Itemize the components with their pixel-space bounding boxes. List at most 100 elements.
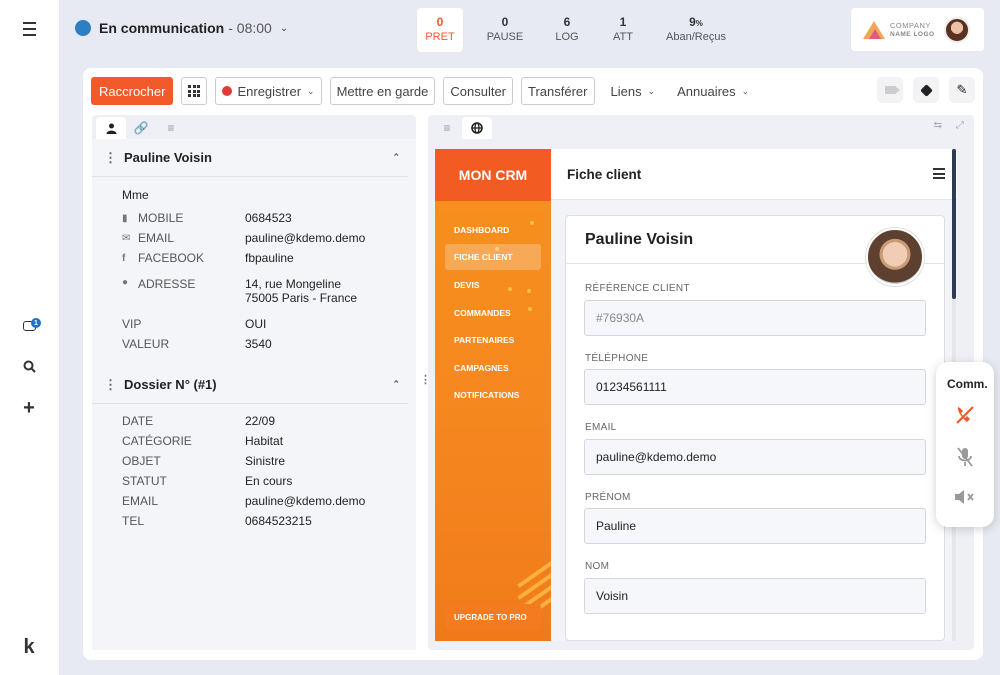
- tag-icon: [919, 83, 933, 97]
- chat-icon[interactable]: 1: [18, 315, 41, 337]
- add-icon[interactable]: +: [18, 397, 40, 419]
- dossier-row-date: DATE 22/09: [122, 414, 275, 428]
- tab-links[interactable]: 🔗: [126, 117, 156, 139]
- transfer-button[interactable]: Transférer: [521, 77, 595, 105]
- field-label: STATUT: [122, 474, 167, 488]
- expand-icon[interactable]: ⤢: [956, 120, 964, 131]
- chevron-down-icon: ⌄: [279, 22, 289, 34]
- status-time: - 08:00: [228, 20, 272, 36]
- dossier-row-status: STATUT En cours: [122, 474, 292, 488]
- dossier-section-header[interactable]: ⋮ Dossier N° (#1) ⌃: [92, 366, 408, 404]
- crm-nav-notifications[interactable]: NOTIFICATIONS: [454, 390, 519, 400]
- counter-pret[interactable]: 0 PRET: [417, 8, 463, 52]
- drag-handle-icon[interactable]: ⋮: [104, 377, 117, 393]
- comm-title: Comm.: [947, 377, 988, 391]
- upgrade-button[interactable]: UPGRADE TO PRO: [445, 604, 541, 630]
- edit-button[interactable]: ✎: [949, 77, 975, 103]
- client-lastname-field[interactable]: Voisin: [584, 578, 926, 614]
- company-box[interactable]: COMPANY NAME LOGO: [851, 8, 984, 51]
- field-label: EMAIL: [122, 494, 159, 508]
- field-value: 22/09: [245, 414, 276, 428]
- directories-menu[interactable]: Annuaires ⌄: [677, 84, 749, 99]
- field-value[interactable]: 0684523215: [245, 514, 312, 528]
- field-value[interactable]: 0684523: [245, 211, 292, 225]
- client-reference-field[interactable]: #76930A: [584, 300, 926, 336]
- counter-label: ATT: [613, 31, 633, 43]
- envelope-icon: ✉: [122, 232, 131, 244]
- links-menu[interactable]: Liens ⌄: [611, 84, 656, 99]
- tab-history[interactable]: ≡: [156, 117, 186, 139]
- swap-icon[interactable]: ⇆: [934, 120, 942, 131]
- hangup-phone-icon[interactable]: [952, 402, 978, 428]
- hamburger-menu-icon[interactable]: [933, 168, 945, 182]
- tag-button[interactable]: [913, 77, 939, 103]
- record-icon: [222, 86, 233, 96]
- field-value[interactable]: fbpauline: [245, 251, 294, 265]
- speaker-mute-icon[interactable]: [952, 484, 978, 510]
- call-toolbar: Raccrocher Enregistrer ⌄ Mettre en garde…: [91, 77, 975, 105]
- chevron-up-icon[interactable]: ⌃: [392, 379, 400, 390]
- search-icon[interactable]: [18, 355, 40, 377]
- contact-row-facebook: f FACEBOOK fbpauline: [122, 251, 294, 265]
- crm-nav-campagnes[interactable]: CAMPAGNES: [454, 363, 509, 373]
- text-lines-icon: ≡: [443, 121, 451, 135]
- contact-section: ⋮ Pauline Voisin ⌃: [92, 139, 416, 177]
- field-label: VALEUR: [122, 337, 170, 351]
- tab-web[interactable]: [462, 117, 492, 139]
- counter-att[interactable]: 1 ATT: [587, 8, 659, 52]
- links-label: Liens: [610, 83, 642, 99]
- dossier-title: Dossier N° (#1): [124, 377, 217, 392]
- counter-pause[interactable]: 0 PAUSE: [463, 8, 547, 52]
- tab-script[interactable]: ≡: [432, 117, 462, 139]
- hold-button[interactable]: Mettre en garde: [329, 77, 436, 105]
- keypad-button[interactable]: [181, 77, 208, 105]
- location-pin-icon: ●: [122, 277, 129, 288]
- field-value[interactable]: pauline@kdemo.demo: [245, 494, 365, 508]
- mute-microphone-icon[interactable]: [952, 444, 978, 470]
- field-label: EMAIL: [585, 422, 617, 433]
- contact-title-row: Mme: [122, 188, 149, 202]
- consult-button[interactable]: Consulter: [443, 77, 514, 105]
- crm-nav-dashboard[interactable]: DASHBOARD: [454, 225, 509, 235]
- status-dot-icon: [75, 20, 91, 36]
- client-phone-field[interactable]: 01234561111: [584, 369, 926, 405]
- counter-label: LOG: [555, 31, 579, 43]
- client-email-field[interactable]: pauline@kdemo.demo: [584, 439, 926, 475]
- contact-card: ⋮ Pauline Voisin ⌃ Mme ▮ MOBILE 0684523 ✉…: [92, 139, 416, 650]
- hangup-button[interactable]: Raccrocher: [91, 77, 174, 105]
- field-value: En cours: [245, 474, 293, 488]
- contact-title: Mme: [122, 188, 149, 202]
- crm-embedded-page: MON CRM DASHBOARD FICHE CLIENT DEVIS COM…: [435, 149, 957, 641]
- dossier-row-email: EMAIL pauline@kdemo.demo: [122, 494, 365, 508]
- contact-section-header[interactable]: ⋮ Pauline Voisin ⌃: [92, 139, 408, 177]
- crm-nav-commandes[interactable]: COMMANDES: [454, 308, 511, 318]
- keypad-icon: [188, 85, 201, 97]
- crm-brand: MON CRM: [435, 149, 551, 201]
- client-card: Pauline Voisin RÉFÉRENCE CLIENT #76930A …: [565, 215, 945, 641]
- field-value[interactable]: pauline@kdemo.demo: [245, 231, 365, 245]
- dossier-row-category: CATÉGORIE Habitat: [122, 434, 283, 448]
- field-value[interactable]: 14, rue Mongeline 75005 Paris - France: [245, 277, 357, 305]
- record-button[interactable]: Enregistrer ⌄: [215, 77, 322, 105]
- toolbar-right-actions: ✎: [867, 77, 975, 103]
- pencil-icon: ✎: [956, 82, 968, 97]
- menu-icon[interactable]: [18, 18, 40, 40]
- counter-aban[interactable]: 9% Aban/Reçus: [659, 8, 733, 52]
- contact-tabs: 🔗 ≡: [92, 115, 416, 139]
- tab-contact[interactable]: [96, 117, 126, 139]
- chevron-up-icon[interactable]: ⌃: [392, 152, 400, 163]
- field-value: OUI: [245, 317, 267, 331]
- drag-handle-icon[interactable]: ⋮: [104, 150, 117, 166]
- crm-nav-fiche-client[interactable]: FICHE CLIENT: [445, 244, 541, 270]
- status-label: En communication: [99, 20, 225, 36]
- counter-log[interactable]: 6 LOG: [547, 8, 587, 52]
- call-status[interactable]: En communication - 08:00 ⌄: [75, 20, 288, 36]
- contact-pane: 🔗 ≡ ⋮ Pauline Voisin ⌃ Mme ▮ MOBILE 06845…: [92, 115, 416, 650]
- crm-nav-partenaires[interactable]: PARTENAIRES: [454, 335, 514, 345]
- link-icon: 🔗: [133, 121, 149, 135]
- person-icon: [106, 123, 116, 134]
- client-firstname-field[interactable]: Pauline: [584, 508, 926, 544]
- crm-nav-devis[interactable]: DEVIS: [454, 280, 480, 290]
- video-button[interactable]: [877, 77, 903, 103]
- user-avatar[interactable]: [943, 16, 970, 43]
